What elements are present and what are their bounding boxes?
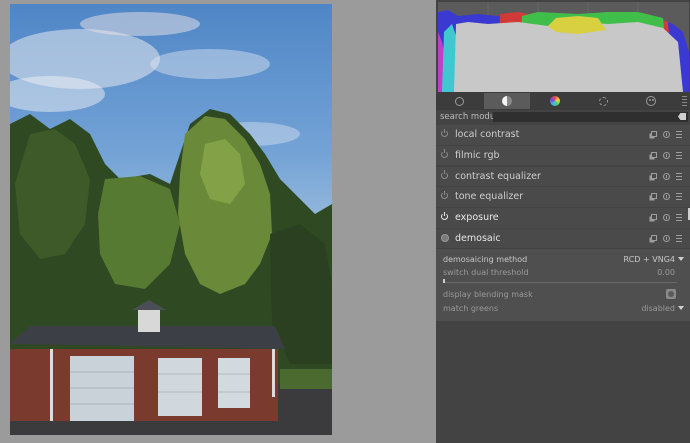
module-label: tone equalizer [455, 191, 524, 203]
chevron-down-icon [678, 257, 684, 261]
module-label: contrast equalizer [455, 170, 541, 182]
presets-menu-icon[interactable] [676, 234, 682, 242]
multi-instance-icon[interactable] [651, 234, 657, 241]
power-icon[interactable] [441, 149, 448, 158]
reset-icon[interactable] [663, 172, 670, 180]
display-blending-mask-row: display blending mask [443, 290, 675, 302]
multi-instance-icon[interactable] [651, 214, 657, 221]
module-tone-equalizer[interactable]: tone equalizer [436, 187, 690, 207]
reset-icon[interactable] [663, 214, 670, 222]
power-icon[interactable] [441, 170, 448, 179]
presets-menu-icon[interactable] [676, 172, 682, 180]
multi-instance-icon[interactable] [651, 131, 657, 137]
photo-scene [10, 4, 332, 435]
power-icon [454, 96, 464, 106]
power-icon[interactable] [441, 190, 448, 200]
module-label: filmic rgb [455, 149, 500, 161]
tab-active-modules[interactable] [484, 93, 530, 109]
color-icon [550, 96, 560, 106]
reset-icon[interactable] [663, 151, 670, 159]
presets-menu-icon[interactable] [676, 151, 682, 159]
search-module-row: search module [436, 110, 690, 124]
switch-dual-threshold-label: switch dual threshold [443, 268, 529, 277]
reset-icon[interactable] [663, 234, 670, 242]
histogram-graph [438, 2, 689, 92]
correct-icon [598, 96, 608, 106]
match-greens-label: match greens [443, 304, 499, 313]
multi-instance-icon[interactable] [651, 151, 657, 158]
module-filmic-rgb[interactable]: filmic rgb [436, 145, 690, 166]
display-blending-mask-label: display blending mask [443, 290, 533, 299]
module-label: demosaic [455, 232, 501, 244]
histogram[interactable] [438, 2, 689, 92]
tab-color[interactable] [532, 93, 578, 109]
demosaicing-method-dropdown[interactable]: demosaicing method RCD + VNG4 [443, 255, 684, 267]
always-on-icon [441, 233, 449, 242]
right-panel: search module local contrast filmic rgb [436, 0, 690, 443]
tab-presets-menu-icon[interactable] [682, 96, 687, 106]
presets-menu-icon[interactable] [676, 131, 682, 138]
threshold-slider-track[interactable] [443, 282, 677, 283]
module-label: exposure [455, 212, 499, 224]
module-list: local contrast filmic rgb contrast equal… [436, 125, 690, 250]
photo-preview [10, 4, 332, 435]
module-group-tabs [436, 92, 690, 110]
chevron-down-icon [678, 306, 684, 310]
module-demosaic[interactable]: demosaic [436, 228, 690, 249]
threshold-slider-handle[interactable] [443, 279, 445, 283]
multi-instance-icon[interactable] [651, 172, 657, 179]
tab-active-pipe[interactable] [436, 93, 482, 109]
match-greens-value: disabled [641, 304, 675, 313]
image-canvas[interactable] [0, 0, 436, 443]
multi-instance-icon[interactable] [651, 193, 657, 200]
power-icon[interactable] [441, 211, 448, 221]
effect-icon [646, 96, 656, 106]
module-label: local contrast [455, 129, 520, 140]
presets-menu-icon[interactable] [676, 214, 682, 222]
reset-icon[interactable] [663, 131, 670, 138]
power-icon[interactable] [441, 128, 448, 137]
switch-dual-threshold-value: 0.00 [657, 268, 675, 277]
module-local-contrast[interactable]: local contrast [436, 125, 690, 145]
tab-correct[interactable] [580, 93, 626, 109]
demosaicing-method-value: RCD + VNG4 [623, 255, 675, 264]
blending-mask-toggle[interactable] [666, 289, 676, 299]
module-exposure[interactable]: exposure [436, 208, 690, 228]
module-contrast-equalizer[interactable]: contrast equalizer [436, 166, 690, 187]
reset-icon[interactable] [663, 193, 670, 201]
presets-menu-icon[interactable] [676, 193, 682, 201]
tab-effect[interactable] [628, 93, 674, 109]
match-greens-dropdown[interactable]: match greens disabled [443, 304, 684, 316]
active-modules-icon [502, 96, 512, 106]
search-module-input[interactable] [493, 112, 688, 122]
switch-dual-threshold-slider[interactable]: switch dual threshold 0.00 [443, 268, 675, 280]
demosaicing-method-label: demosaicing method [443, 255, 528, 264]
